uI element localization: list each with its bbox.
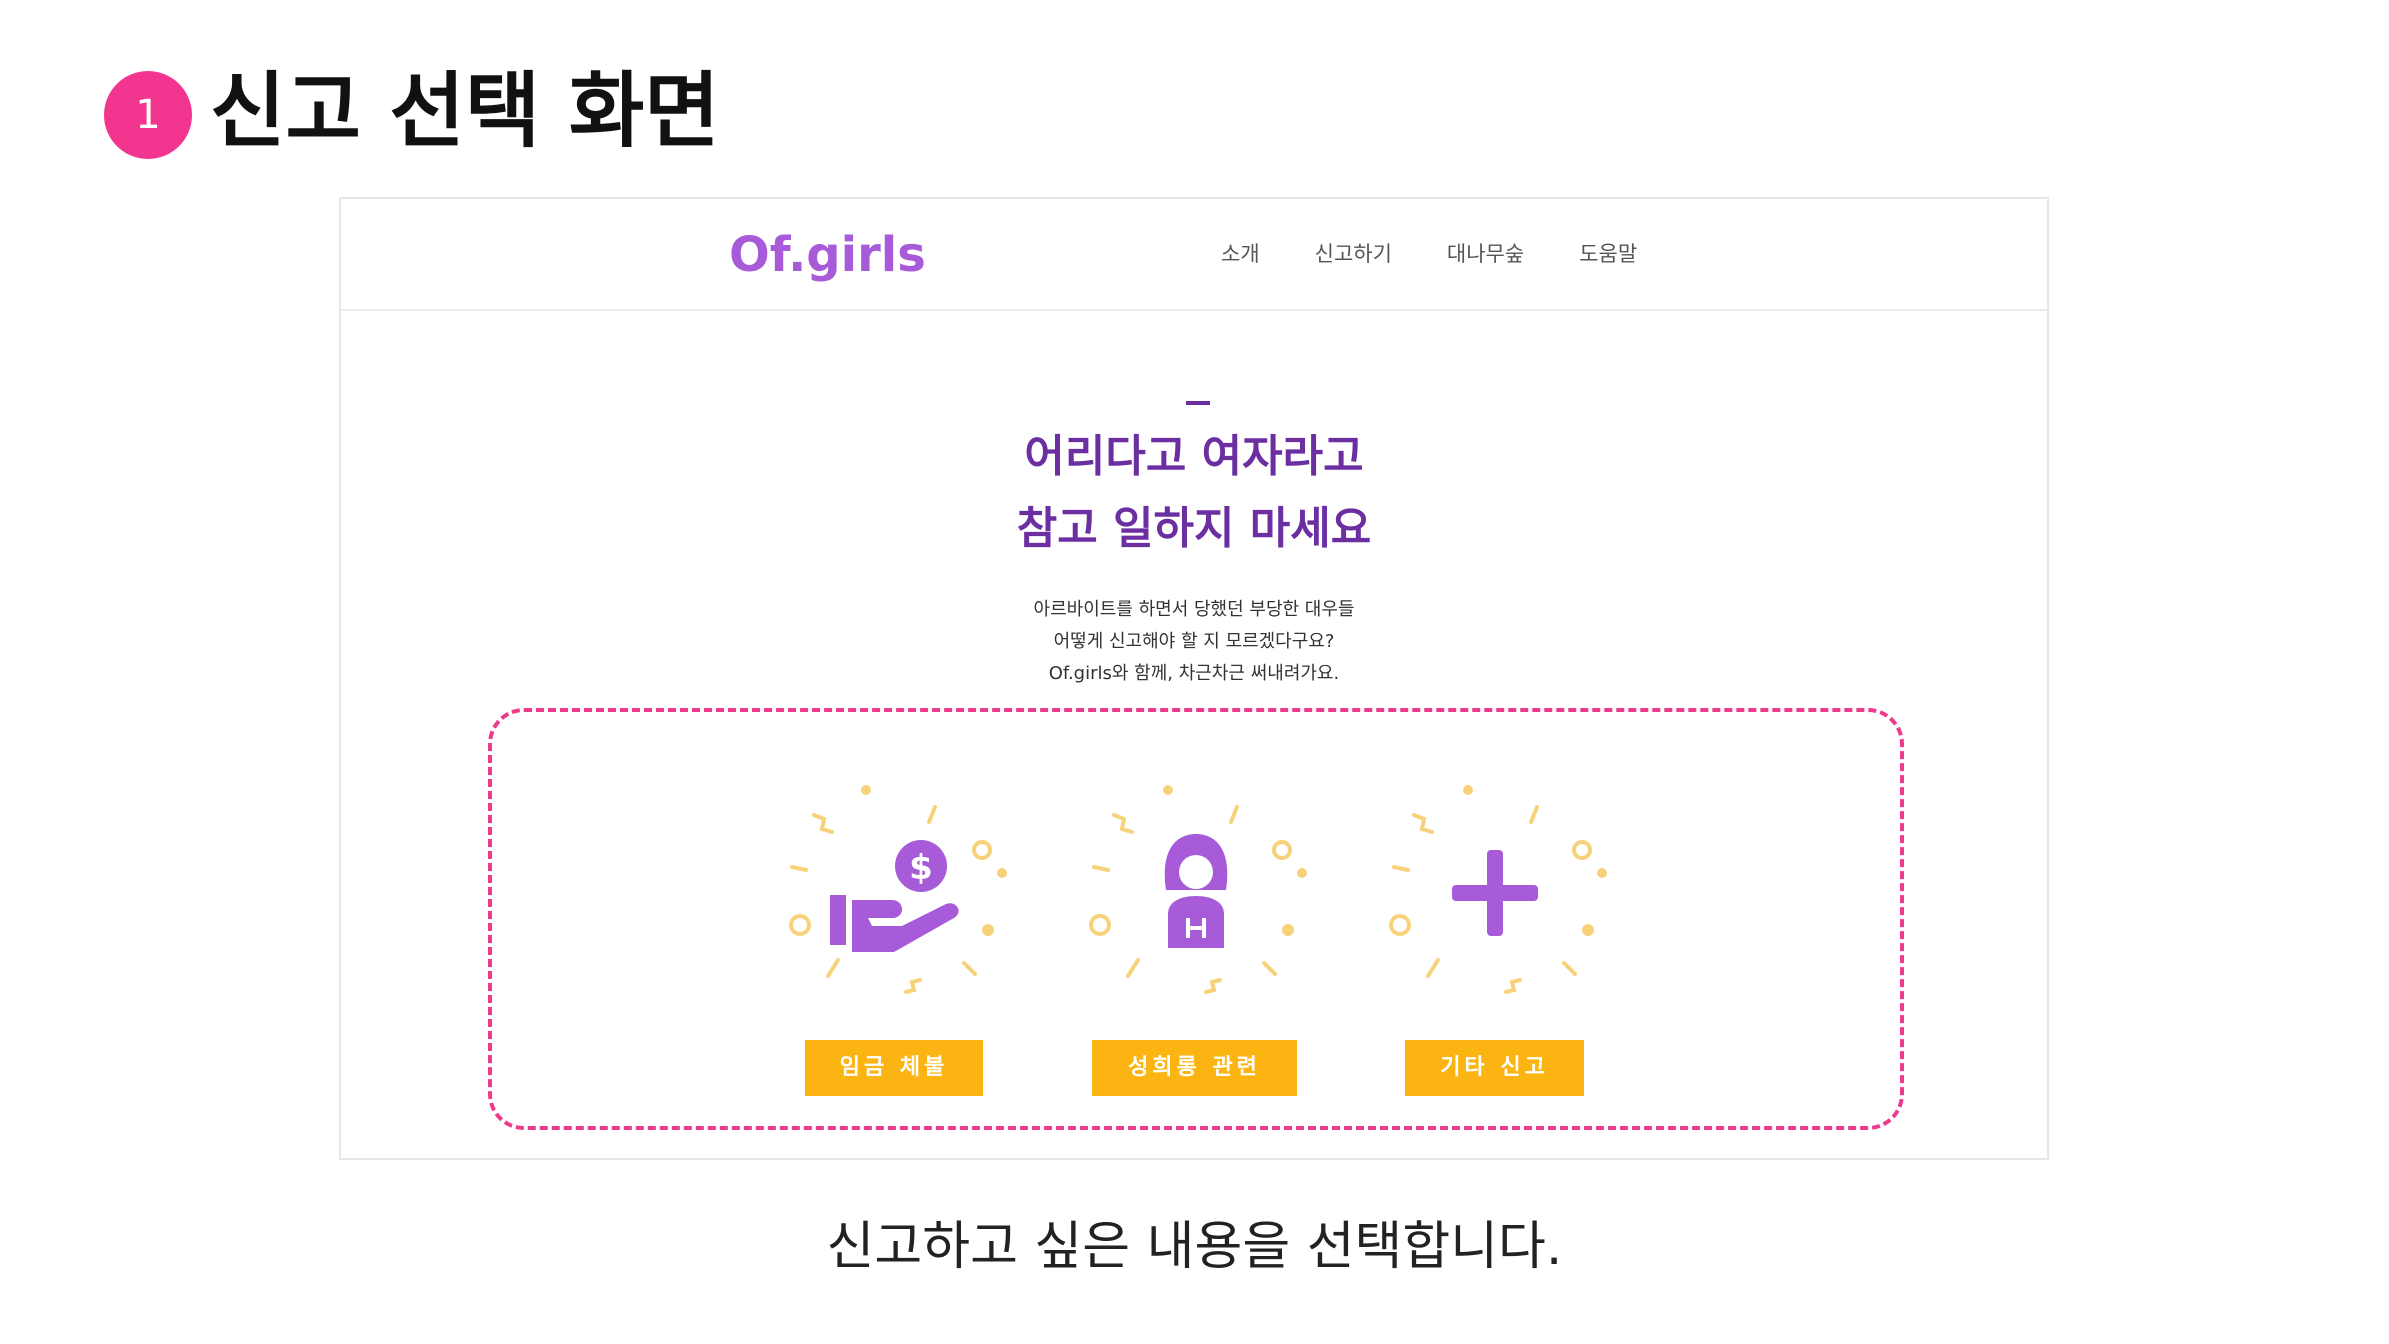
sexual-harassment-button[interactable]: 성희롱 관련 bbox=[1092, 1040, 1297, 1096]
plus-icon bbox=[1452, 850, 1538, 936]
other-report-button[interactable]: 기타 신고 bbox=[1405, 1040, 1584, 1096]
woman-icon bbox=[1164, 834, 1228, 948]
hand-money-icon: $ bbox=[830, 840, 959, 952]
option-icons-layer: $ bbox=[789, 785, 1607, 994]
wage-arrears-button[interactable]: 임금 체불 bbox=[805, 1040, 983, 1096]
slide-caption: 신고하고 싶은 내용을 선택합니다. bbox=[826, 1217, 1563, 1277]
svg-text:$: $ bbox=[909, 848, 933, 888]
slide: 1 신고 선택 화면 Of.girls 소개 신고하기 대나무숲 도움말 어리다… bbox=[0, 0, 2389, 1344]
sparkle-decoration bbox=[789, 785, 1007, 994]
